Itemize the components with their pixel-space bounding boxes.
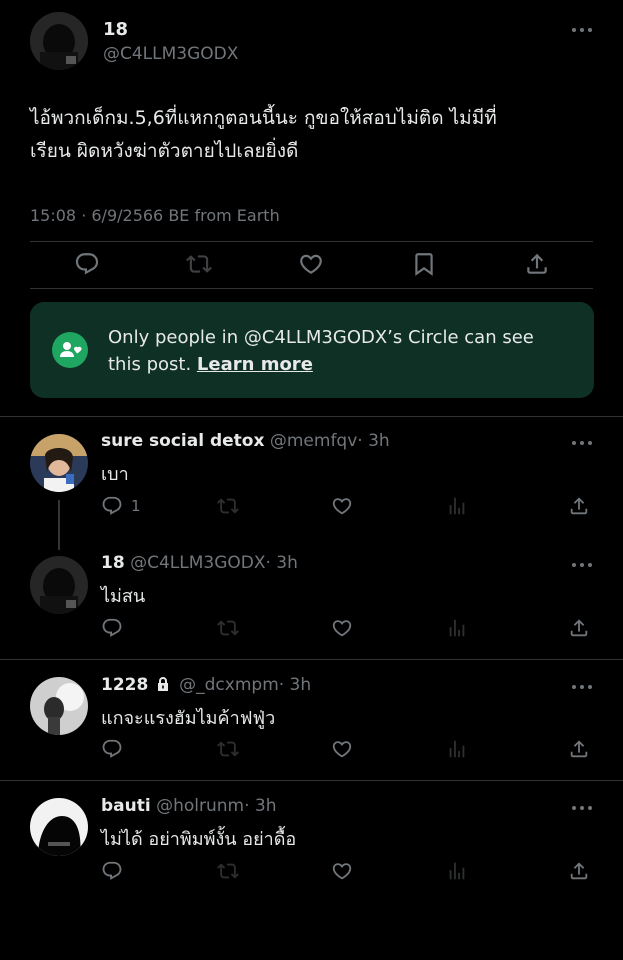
author-avatar[interactable] — [30, 12, 88, 70]
views-icon[interactable] — [446, 738, 468, 760]
circle-notice: Only people in @C4LLM3GODX’s Circle can … — [30, 302, 594, 398]
like-icon[interactable] — [298, 251, 324, 277]
post-text-line: เรียน ผิดหวังฆ่าตัวตายไปเลยยิ่งดี — [30, 140, 299, 162]
reply-time[interactable]: · 3h — [357, 431, 389, 451]
post-text: ไอ้พวกเด็กม.5,6ที่แหกกูตอนนี้นะ กูขอให้ส… — [30, 102, 600, 168]
circle-notice-line2: this post. Learn more — [108, 351, 534, 378]
like-icon[interactable] — [331, 860, 353, 882]
divider — [30, 241, 593, 242]
circle-notice-line2-text: this post. — [108, 354, 192, 375]
reply-avatar[interactable] — [30, 677, 88, 735]
divider — [0, 416, 623, 417]
reply-time[interactable]: · 3h — [265, 553, 297, 573]
author-handle[interactable]: @C4LLM3GODX — [103, 44, 238, 64]
views-icon[interactable] — [446, 495, 468, 517]
post-text-line: ไอ้พวกเด็กม.5,6ที่แหกกูตอนนี้นะ กูขอให้ส… — [30, 107, 497, 129]
reply-handle[interactable]: @holrunm — [156, 796, 244, 816]
divider — [0, 659, 623, 660]
retweet-icon[interactable] — [217, 860, 239, 882]
share-icon[interactable] — [568, 738, 590, 760]
more-options-icon[interactable] — [571, 27, 593, 33]
reply-time[interactable]: · 3h — [279, 675, 311, 695]
reply-time[interactable]: · 3h — [244, 796, 276, 816]
more-options-icon[interactable] — [571, 805, 593, 811]
reply-display-name[interactable]: sure social detox — [101, 431, 264, 451]
circle-icon — [52, 332, 88, 368]
reply-handle[interactable]: @memfqv — [270, 431, 357, 451]
learn-more-link[interactable]: Learn more — [197, 354, 313, 375]
reply-header: bauti @holrunm· 3h — [101, 796, 277, 816]
reply-icon[interactable] — [101, 495, 123, 517]
more-options-icon[interactable] — [571, 440, 593, 446]
retweet-icon[interactable] — [217, 738, 239, 760]
share-icon[interactable] — [568, 860, 590, 882]
reply-count: 1 — [131, 497, 141, 515]
lock-icon — [156, 676, 170, 697]
reply-display-name[interactable]: 1228 — [101, 675, 148, 695]
reply-handle[interactable]: @_dcxmpm — [179, 675, 279, 695]
reply-icon[interactable] — [101, 860, 123, 882]
divider — [30, 288, 593, 289]
reply-header: 1228 @_dcxmpm· 3h — [101, 675, 311, 697]
thread-line — [58, 500, 60, 550]
views-icon[interactable] — [446, 617, 468, 639]
retweet-icon[interactable] — [217, 617, 239, 639]
more-options-icon[interactable] — [571, 684, 593, 690]
reply-header: sure social detox @memfqv· 3h — [101, 431, 390, 451]
like-icon[interactable] — [331, 738, 353, 760]
circle-notice-line: Only people in @C4LLM3GODX’s Circle can … — [108, 327, 534, 348]
share-icon[interactable] — [568, 617, 590, 639]
reply-display-name[interactable]: 18 — [101, 553, 125, 573]
like-icon[interactable] — [331, 495, 353, 517]
reply-avatar[interactable] — [30, 556, 88, 614]
reply-text: ไม่ได้ อย่าพิมพ์งั้น อย่าดื้อ — [101, 829, 297, 850]
more-options-icon[interactable] — [571, 562, 593, 568]
reply-text: แกจะแรงฮัมไมค้าฟฟู่ว — [101, 708, 276, 729]
reply-header: 18 @C4LLM3GODX· 3h — [101, 553, 298, 573]
reply-avatar[interactable] — [30, 434, 88, 492]
reply-icon[interactable] — [74, 251, 100, 277]
divider — [0, 780, 623, 781]
reply-icon[interactable] — [101, 617, 123, 639]
views-icon[interactable] — [446, 860, 468, 882]
share-icon[interactable] — [524, 251, 550, 277]
reply-avatar[interactable] — [30, 798, 88, 856]
bookmark-icon[interactable] — [411, 251, 437, 277]
retweet-icon[interactable] — [186, 251, 212, 277]
author-display-name[interactable]: 18 — [103, 19, 128, 40]
reply-text: ไม่สน — [101, 586, 146, 607]
reply-icon[interactable] — [101, 738, 123, 760]
like-icon[interactable] — [331, 617, 353, 639]
share-icon[interactable] — [568, 495, 590, 517]
circle-notice-text: Only people in @C4LLM3GODX’s Circle can … — [108, 324, 534, 378]
reply-display-name[interactable]: bauti — [101, 796, 151, 816]
reply-text: เบา — [101, 464, 129, 485]
reply-handle[interactable]: @C4LLM3GODX — [130, 553, 265, 573]
retweet-icon[interactable] — [217, 495, 239, 517]
post-meta: 15:08 · 6/9/2566 BE from Earth — [30, 206, 280, 225]
